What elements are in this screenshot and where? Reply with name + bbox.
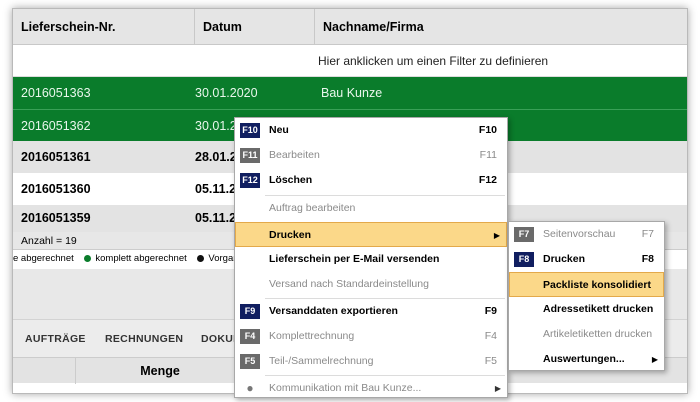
key-f5-badge: F5 [240,354,260,369]
menu-item-shortcut: F12 [478,174,497,186]
menu-item-label: Kommunikation mit Bau Kunze... [269,382,422,394]
key-f12-badge: F12 [240,173,260,188]
key-f10-badge: F10 [240,123,260,138]
menu-item-neu[interactable]: F10 Neu F10 [235,118,507,143]
submenu-item-auswertungen[interactable]: Auswertungen... ▶ [509,347,664,372]
green-dot-icon [84,254,92,262]
menu-item-shortcut: F10 [478,124,497,136]
submenu-arrow-icon: ▶ [651,355,658,364]
filter-row[interactable]: Hier anklicken um einen Filter zu defini… [13,45,687,77]
menu-item-label: Neu [269,124,289,136]
menu-item-shortcut: F5 [484,355,497,367]
submenu-arrow-icon: ▶ [493,231,500,240]
menu-item-label: Komplettrechnung [269,330,355,342]
column-header-name[interactable]: Nachname/Firma [315,9,687,45]
menu-item-drucken[interactable]: Drucken ▶ [235,222,507,247]
menu-item-label: Löschen [269,174,313,186]
menu-item-versanddaten[interactable]: F9 Versanddaten exportieren F9 [235,299,507,324]
menu-item-label: Seitenvorschau [543,228,616,240]
column-header-nr[interactable]: Lieferschein-Nr. [13,9,195,45]
menu-item-shortcut: F9 [484,305,497,317]
print-submenu: F7 Seitenvorschau F7 F8 Drucken F8 Packl… [508,221,665,371]
menu-item-label: Versanddaten exportieren [269,305,398,317]
submenu-item-packliste[interactable]: Packliste konsolidiert [509,272,664,297]
menu-item-shortcut: F7 [641,228,654,240]
submenu-item-drucken[interactable]: F8 Drucken F8 [509,247,664,272]
tab-auftraege[interactable]: AUFTRÄGE [25,320,86,358]
menu-item-label: Artikeletiketten drucken [543,328,653,340]
column-header-datum[interactable]: Datum [195,9,315,45]
menu-item-shortcut: F4 [484,330,497,342]
cell-datum: 30.01.2020 [195,86,258,100]
menu-item-label: Packliste konsolidiert [543,279,651,291]
legend-item-partial: e abgerechnet [13,253,74,264]
key-f8-badge: F8 [514,252,534,267]
key-f7-badge: F7 [514,227,534,242]
key-f9-badge: F9 [240,304,260,319]
menu-item-komplettrechnung[interactable]: F4 Komplettrechnung F4 [235,324,507,349]
menu-item-teilrechnung[interactable]: F5 Teil-/Sammelrechnung F5 [235,349,507,374]
table-header: Lieferschein-Nr. Datum Nachname/Firma [13,9,687,45]
menu-item-shortcut: F11 [479,149,497,161]
table-row[interactable]: 2016051363 30.01.2020 Bau Kunze [13,77,687,109]
filter-hint: Hier anklicken um einen Filter zu defini… [318,54,549,68]
menu-item-bearbeiten[interactable]: F11 Bearbeiten F11 [235,143,507,168]
menu-item-label: Drucken [269,229,312,241]
submenu-arrow-icon: ▶ [494,384,501,393]
menu-item-label: Bearbeiten [269,149,320,161]
tab-rechnungen[interactable]: RECHNUNGEN [105,320,183,358]
cell-nr: 2016051362 [21,119,91,133]
cell-name: Bau Kunze [321,86,383,100]
cell-nr: 2016051359 [21,211,91,225]
chat-icon: ● [246,381,254,395]
menu-item-label: Auftrag bearbeiten [269,202,356,214]
menu-item-email[interactable]: Lieferschein per E-Mail versenden [235,247,507,272]
menu-item-label: Adressetikett drucken [543,303,654,315]
key-f4-badge: F4 [240,329,260,344]
menu-item-label: Lieferschein per E-Mail versenden [269,253,440,265]
black-dot-icon [197,254,205,262]
menu-item-versand-standard[interactable]: Versand nach Standardeinstellung [235,272,507,297]
column-header-menge[interactable]: Menge [75,358,245,384]
submenu-item-adressetikett[interactable]: Adressetikett drucken [509,297,664,322]
menu-item-auftrag-bearbeiten[interactable]: Auftrag bearbeiten [235,196,507,221]
context-menu: F10 Neu F10 F11 Bearbeiten F11 F12 Lösch… [234,117,508,398]
submenu-item-seitenvorschau[interactable]: F7 Seitenvorschau F7 [509,222,664,247]
menu-item-label: Drucken [543,253,586,265]
menu-item-loeschen[interactable]: F12 Löschen F12 [235,168,507,193]
menu-item-kommunikation[interactable]: ● Kommunikation mit Bau Kunze... ▶ [235,376,507,401]
submenu-item-artikeletiketten[interactable]: Artikeletiketten drucken [509,322,664,347]
cell-nr: 2016051360 [21,182,91,196]
cell-nr: 2016051363 [21,86,91,100]
key-f11-badge: F11 [240,148,260,163]
menu-item-label: Versand nach Standardeinstellung [269,278,429,290]
menu-item-shortcut: F8 [641,253,654,265]
legend-item-complete: komplett abgerechnet [95,253,187,264]
cell-nr: 2016051361 [21,150,91,164]
menu-item-label: Auswertungen... [543,353,625,365]
menu-item-label: Teil-/Sammelrechnung [269,355,374,367]
